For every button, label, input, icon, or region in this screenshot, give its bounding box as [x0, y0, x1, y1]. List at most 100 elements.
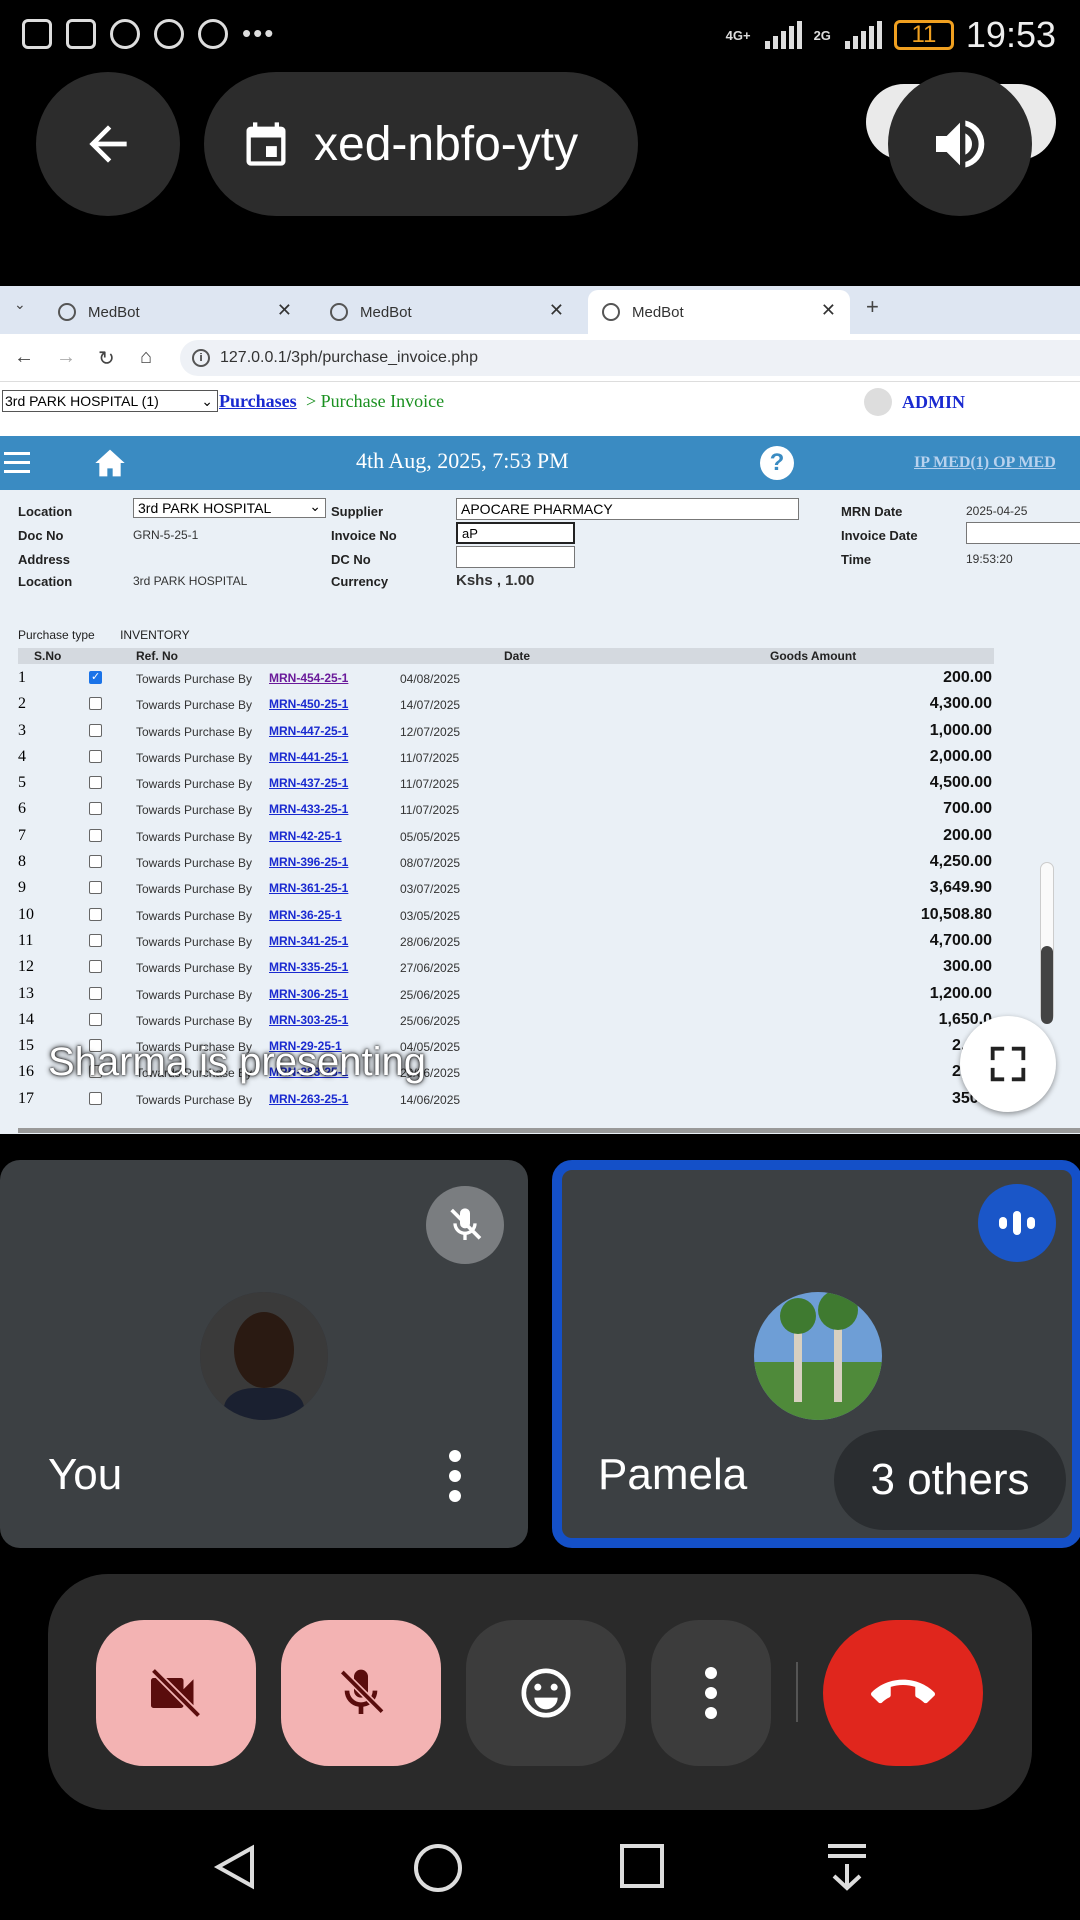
home-icon[interactable] — [94, 448, 126, 478]
row-mrn-link[interactable]: MRN-447-25-1 — [269, 724, 348, 738]
row-mrn-link[interactable]: MRN-396-25-1 — [269, 855, 348, 869]
row-mrn-link[interactable]: MRN-441-25-1 — [269, 750, 348, 764]
row-date: 11/07/2025 — [400, 750, 460, 765]
leave-call-button[interactable] — [823, 1620, 983, 1766]
tab-list-icon[interactable]: ⌄ — [14, 296, 26, 313]
site-info-icon[interactable]: i — [192, 349, 210, 367]
list-scrollbar-thumb[interactable] — [1041, 946, 1053, 1024]
purchase-type: Purchase type INVENTORY — [18, 628, 190, 642]
nav-back-icon[interactable] — [210, 1842, 260, 1892]
row-mrn-link[interactable]: MRN-450-25-1 — [269, 697, 348, 711]
row-date: 14/07/2025 — [400, 698, 461, 713]
row-mrn-link[interactable]: MRN-437-25-1 — [269, 776, 348, 790]
row-mrn-link[interactable]: MRN-454-25-1 — [269, 671, 348, 685]
help-icon[interactable]: ? — [760, 446, 794, 480]
close-tab-icon[interactable]: ✕ — [549, 300, 564, 321]
participant-tile-pamela[interactable]: Pamela 3 others — [552, 1160, 1080, 1548]
globe-icon — [602, 303, 620, 321]
user-menu[interactable]: ADMIN — [864, 388, 965, 416]
mic-toggle-button[interactable] — [281, 1620, 441, 1766]
row-description: Towards Purchase By — [136, 908, 253, 923]
row-checkbox[interactable] — [89, 907, 102, 921]
invoice-date-field[interactable] — [966, 522, 1080, 544]
system-nav-bar — [0, 1810, 1080, 1920]
browser-tab-3[interactable]: MedBot ✕ — [588, 290, 850, 334]
back-button[interactable] — [36, 72, 180, 216]
row-amount: 2,000.00 — [929, 747, 992, 765]
row-checkbox[interactable] — [89, 776, 102, 790]
browser-forward-icon[interactable]: → — [56, 346, 76, 369]
row-mrn-link[interactable]: MRN-335-25-1 — [269, 960, 348, 974]
nav-notifications-icon[interactable] — [824, 1842, 870, 1892]
row-checkbox[interactable] — [89, 855, 102, 869]
dc-number-field[interactable] — [456, 546, 575, 568]
row-date: 28/06/2025 — [400, 934, 461, 949]
table-row: 1 Towards Purchase By MRN-454-25-1 04/08/20… — [0, 666, 1080, 692]
row-mrn-link[interactable]: MRN-341-25-1 — [269, 934, 348, 948]
location-select[interactable]: 3rd PARK HOSPITAL ⌄ — [133, 498, 326, 518]
row-checkbox[interactable] — [89, 828, 102, 842]
supplier-field[interactable]: APOCARE PHARMACY — [456, 498, 799, 520]
fullscreen-button[interactable] — [960, 1016, 1056, 1112]
speaker-button[interactable] — [888, 72, 1032, 216]
table-row: 5 Towards Purchase By MRN-437-25-1 11/07/20… — [0, 771, 1080, 797]
globe-icon — [330, 303, 348, 321]
row-sno: 2 — [18, 695, 26, 713]
row-description: Towards Purchase By — [136, 672, 253, 686]
ip-op-med-links[interactable]: IP MED(1) OP MED — [914, 454, 1056, 472]
row-mrn-link[interactable]: MRN-42-25-1 — [269, 829, 342, 843]
row-checkbox[interactable] — [89, 1012, 102, 1026]
row-mrn-link[interactable]: MRN-361-25-1 — [269, 881, 348, 895]
emoji-icon — [521, 1668, 571, 1718]
row-amount: 200.00 — [943, 826, 992, 844]
person-add-icon — [198, 18, 228, 49]
row-checkbox[interactable] — [89, 802, 102, 816]
purchase-type-label: Purchase type — [18, 628, 95, 642]
browser-back-icon[interactable]: ← — [14, 346, 34, 369]
row-mrn-link[interactable]: MRN-303-25-1 — [269, 1013, 348, 1027]
browser-tab-1[interactable]: MedBot ✕ — [44, 290, 306, 334]
more-options-button[interactable] — [651, 1620, 771, 1766]
row-date: 14/06/2025 — [400, 1092, 461, 1107]
row-sno: 5 — [18, 774, 26, 792]
row-checkbox[interactable] — [89, 960, 102, 974]
row-description: Towards Purchase By — [136, 1092, 253, 1107]
row-mrn-link[interactable]: MRN-263-25-1 — [269, 1092, 348, 1106]
row-checkbox[interactable] — [89, 697, 102, 711]
browser-home-icon[interactable]: ⌂ — [140, 346, 152, 369]
row-checkbox[interactable] — [89, 1091, 102, 1105]
new-tab-icon[interactable]: + — [866, 294, 879, 320]
others-button[interactable]: 3 others — [834, 1430, 1066, 1530]
row-mrn-link[interactable]: MRN-433-25-1 — [269, 802, 348, 816]
shared-screen: ⌄ MedBot ✕ MedBot ✕ MedBot ✕ + ← → ↻ ⌂ i… — [0, 286, 1080, 1134]
nav-recents-icon[interactable] — [618, 1842, 666, 1890]
tab-title: MedBot — [632, 303, 684, 321]
notification-icons: ••• — [22, 18, 275, 49]
row-checkbox[interactable] — [89, 986, 102, 1000]
row-mrn-link[interactable]: MRN-306-25-1 — [269, 987, 348, 1001]
more-options-icon[interactable] — [449, 1450, 461, 1502]
horizontal-scrollbar[interactable] — [18, 1128, 1080, 1133]
row-checkbox[interactable] — [89, 723, 102, 737]
camera-toggle-button[interactable] — [96, 1620, 256, 1766]
browser-tab-2[interactable]: MedBot ✕ — [316, 290, 578, 334]
nav-home-icon[interactable] — [412, 1842, 464, 1894]
close-tab-icon[interactable]: ✕ — [821, 300, 836, 321]
url-field[interactable]: i 127.0.0.1/3ph/purchase_invoice.php — [180, 340, 1080, 376]
row-description: Towards Purchase By — [136, 1013, 253, 1028]
breadcrumb-purchases-link[interactable]: Purchases — [219, 391, 297, 412]
row-checkbox[interactable] — [89, 881, 102, 895]
meeting-info-button[interactable]: xed-nbfo-yty — [204, 72, 638, 216]
reload-icon[interactable]: ↻ — [98, 346, 115, 371]
close-tab-icon[interactable]: ✕ — [277, 300, 292, 321]
menu-icon[interactable] — [4, 452, 30, 479]
hospital-select[interactable]: 3rd PARK HOSPITAL (1) ⌄ — [2, 390, 218, 412]
row-mrn-link[interactable]: MRN-36-25-1 — [269, 908, 342, 922]
participant-tile-you[interactable]: You — [0, 1160, 528, 1548]
row-checkbox[interactable] — [89, 749, 102, 763]
invoice-number-field[interactable]: aP — [456, 522, 575, 544]
row-checkbox[interactable] — [89, 670, 102, 684]
reactions-button[interactable] — [466, 1620, 626, 1766]
row-checkbox[interactable] — [89, 933, 102, 947]
row-date: 03/05/2025 — [400, 908, 461, 923]
